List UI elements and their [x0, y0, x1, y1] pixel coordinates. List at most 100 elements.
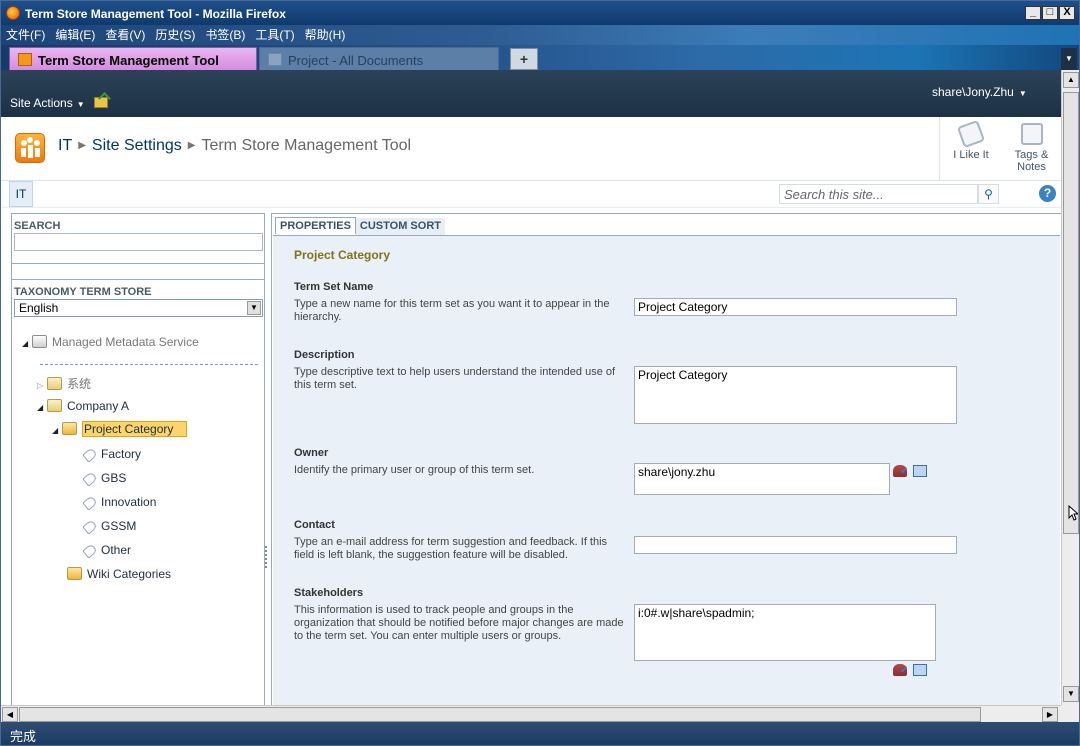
folder-group-icon	[47, 399, 62, 412]
term-set-name-input[interactable]: Project Category	[634, 298, 957, 316]
search-header: SEARCH	[14, 220, 61, 232]
user-name: share\Jony.Zhu	[932, 85, 1014, 99]
properties-pane: PROPERTIES CUSTOM SORT Project Category T…	[271, 213, 1061, 706]
tree-node-term-set[interactable]: ◢ Project Category	[52, 421, 188, 437]
tree-node-label: Innovation	[101, 495, 157, 509]
scrollbar-corner	[1061, 705, 1079, 722]
tree-node-label: Managed Metadata Service	[52, 335, 199, 349]
field-desc-contact: Type an e-mail address for term suggesti…	[294, 536, 608, 561]
language-value: English	[19, 301, 59, 315]
new-tab-button[interactable]: +	[510, 48, 538, 70]
description-textarea[interactable]: Project Category	[634, 366, 957, 424]
menu-file[interactable]: 文件(F)	[1, 25, 50, 44]
horizontal-scrollbar[interactable]: ◀ ▶	[1, 705, 1061, 722]
owner-people-picker[interactable]: share\jony.zhu	[634, 463, 890, 495]
maximize-button[interactable]: □	[1042, 6, 1058, 20]
tree-node-label: Company A	[67, 399, 130, 413]
nav-tab-it[interactable]: IT	[9, 181, 33, 207]
menu-bookmarks[interactable]: 书签(B)	[200, 25, 250, 44]
contact-email-input[interactable]	[634, 536, 957, 554]
tree-node-label: Other	[101, 543, 132, 557]
site-logo-icon[interactable]	[15, 133, 45, 163]
scroll-up-arrow-icon[interactable]: ▲	[1063, 72, 1079, 88]
tab-properties[interactable]: PROPERTIES	[275, 217, 356, 234]
tags-notes-button[interactable]: Tags & Notes	[1002, 117, 1061, 181]
scroll-left-arrow-icon[interactable]: ◀	[2, 707, 18, 722]
tree-node-term[interactable]: GSSM	[82, 519, 137, 535]
site-actions-menu[interactable]: Site Actions ▼	[10, 96, 85, 110]
collapse-icon[interactable]: ◢	[37, 403, 47, 412]
check-names-icon[interactable]	[893, 465, 908, 477]
search-icon[interactable]: ⚲	[978, 184, 999, 204]
field-desc-term-set-name: Type a new name for this term set as you…	[294, 298, 610, 323]
taxonomy-header: TAXONOMY TERM STORE	[14, 286, 152, 298]
field-desc-description: Type descriptive text to help users unde…	[294, 366, 616, 391]
section-title: Project Category	[294, 248, 391, 262]
close-button[interactable]: X	[1059, 6, 1075, 20]
menu-help[interactable]: 帮助(H)	[300, 25, 351, 44]
firefox-icon	[6, 6, 20, 20]
breadcrumb-current: Term Store Management Tool	[201, 137, 412, 154]
tree-node-term[interactable]: GBS	[82, 471, 126, 487]
scroll-down-arrow-icon[interactable]: ▼	[1063, 686, 1079, 702]
term-tag-icon	[82, 519, 98, 535]
note-icon	[1020, 123, 1043, 145]
tab-label: Term Store Management Tool	[38, 53, 219, 68]
term-tag-icon	[82, 495, 98, 511]
menu-bar: 文件(F) 编辑(E) 查看(V) 历史(S) 书签(B) 工具(T) 帮助(H)	[1, 25, 1079, 45]
term-set-icon	[62, 422, 77, 435]
tree-node-group[interactable]: ◢ Company A	[37, 399, 129, 413]
browse-address-book-icon[interactable]	[913, 465, 927, 477]
tags-notes-label-2: Notes	[1017, 161, 1046, 173]
menu-history[interactable]: 历史(S)	[150, 25, 200, 44]
stakeholders-people-picker[interactable]: i:0#.w|share\spadmin;	[634, 604, 936, 661]
navigate-up-icon[interactable]	[94, 97, 108, 108]
browser-tab-term-store[interactable]: Term Store Management Tool	[9, 47, 257, 70]
tab-list-button[interactable]: ▼	[1061, 48, 1077, 70]
tree-node-term[interactable]: Factory	[82, 447, 142, 463]
vertical-scroll-thumb[interactable]	[1063, 92, 1079, 534]
collapse-icon[interactable]: ◢	[22, 339, 32, 348]
tree-node-term[interactable]: Innovation	[82, 495, 157, 511]
field-desc-stakeholders: This information is used to track people…	[294, 604, 624, 642]
vertical-scrollbar[interactable]: ▲ ▼	[1061, 70, 1079, 705]
help-icon[interactable]: ?	[1039, 185, 1056, 202]
browse-address-book-icon[interactable]	[913, 664, 927, 676]
language-select[interactable]: English ▼	[14, 299, 263, 317]
mouse-cursor-icon	[1068, 505, 1078, 521]
menu-tools[interactable]: 工具(T)	[250, 25, 299, 44]
browser-tab-project-documents[interactable]: Project - All Documents	[259, 47, 499, 70]
tree-node-label: 系统	[67, 377, 92, 391]
breadcrumb-site-link[interactable]: IT	[58, 137, 72, 154]
i-like-it-button[interactable]: I Like It	[939, 117, 1002, 181]
tree-node-label: GSSM	[101, 519, 137, 533]
chevron-right-icon: ▶	[187, 140, 196, 151]
taxonomy-search-input[interactable]	[14, 233, 263, 251]
horizontal-scroll-thumb[interactable]	[19, 707, 981, 722]
user-menu[interactable]: share\Jony.Zhu ▼	[932, 85, 1027, 99]
tree-node-group[interactable]: ▷ 系统	[37, 375, 91, 392]
breadcrumb-settings-link[interactable]: Site Settings	[92, 137, 182, 154]
menu-edit[interactable]: 编辑(E)	[50, 25, 100, 44]
breadcrumb: IT ▶ Site Settings ▶ Term Store Management T…	[58, 137, 411, 155]
minimize-button[interactable]: _	[1025, 6, 1041, 20]
tab-custom-sort[interactable]: CUSTOM SORT	[355, 218, 445, 235]
tree-node-label-selected: Project Category	[82, 421, 188, 437]
top-navigation: IT Search this site... ⚲ ?	[1, 181, 1061, 208]
scroll-right-arrow-icon[interactable]: ▶	[1042, 707, 1058, 722]
tree-node-label: Factory	[101, 447, 142, 461]
tab-strip: Term Store Management Tool Project - All…	[1, 45, 1079, 70]
pane-splitter-handle[interactable]	[265, 546, 269, 568]
tree-node-term-set[interactable]: Wiki Categories	[67, 567, 171, 581]
check-names-icon[interactable]	[893, 664, 908, 676]
menu-view[interactable]: 查看(V)	[100, 25, 150, 44]
chevron-down-icon[interactable]: ▼	[247, 301, 261, 315]
tree-node-term[interactable]: Other	[82, 543, 132, 559]
term-set-icon	[67, 567, 82, 580]
site-search-input[interactable]: Search this site...	[779, 184, 978, 204]
tree-node-root[interactable]: ◢ Managed Metadata Service	[22, 335, 199, 349]
field-label-term-set-name: Term Set Name	[294, 281, 374, 293]
status-bar: 完成	[1, 722, 1079, 745]
expand-icon[interactable]: ▷	[37, 381, 47, 390]
collapse-icon[interactable]: ◢	[52, 426, 62, 435]
